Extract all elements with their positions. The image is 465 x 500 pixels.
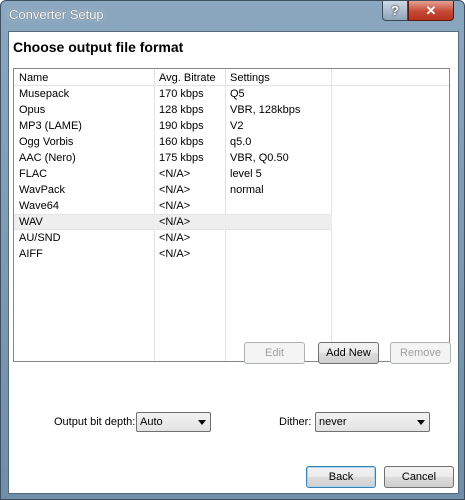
format-bitrate: <N/A> [159,184,191,196]
format-bitrate: <N/A> [159,232,191,244]
format-list[interactable]: Name Avg. Bitrate Settings Musepack 170 k… [13,68,450,362]
format-settings: level 5 [230,168,262,180]
format-name: AIFF [19,248,43,260]
format-name: FLAC [19,168,48,180]
format-bitrate: <N/A> [159,168,191,180]
format-bitrate: 160 kbps [159,136,204,148]
format-row[interactable]: WavPack <N/A> normal [14,182,332,198]
format-bitrate: 170 kbps [159,88,204,100]
format-bitrate: 175 kbps [159,152,204,164]
converter-setup-window: Converter Setup ? ✕ Choose output file f… [0,0,465,500]
bit-depth-value: Auto [140,416,163,428]
format-row[interactable]: Ogg Vorbis 160 kbps q5.0 [14,134,332,150]
format-bitrate: <N/A> [159,248,191,260]
format-name: Wave64 [19,200,59,212]
format-row[interactable]: Wave64 <N/A> [14,198,332,214]
bit-depth-select[interactable]: Auto [136,412,211,432]
column-header-settings[interactable]: Settings [230,72,270,84]
chevron-down-icon [198,420,206,425]
format-name: Ogg Vorbis [19,136,74,148]
cancel-button[interactable]: Cancel [384,466,454,488]
back-button[interactable]: Back [306,466,376,488]
format-settings: Q5 [230,88,245,100]
dither-label: Dither: [279,416,312,428]
format-row[interactable]: AAC (Nero) 175 kbps VBR, Q0.50 [14,150,332,166]
format-name: AU/SND [19,232,61,244]
dither-select[interactable]: never [315,412,430,432]
format-name: Opus [19,104,46,116]
format-bitrate: 190 kbps [159,120,204,132]
close-button[interactable]: ✕ [408,1,454,21]
format-bitrate: <N/A> [159,216,191,228]
format-name: MP3 (LAME) [19,120,82,132]
format-row[interactable]: WAV <N/A> [14,214,332,230]
chevron-down-icon [417,420,425,425]
format-settings: VBR, 128kbps [230,104,301,116]
format-settings: normal [230,184,264,196]
format-settings: VBR, Q0.50 [230,152,289,164]
format-row[interactable]: AIFF <N/A> [14,246,332,262]
format-name: WavPack [19,184,66,196]
format-row[interactable]: MP3 (LAME) 190 kbps V2 [14,118,332,134]
format-name: WAV [19,216,43,228]
column-header-name[interactable]: Name [19,72,48,84]
bit-depth-label: Output bit depth: [54,416,136,428]
page-title: Choose output file format [13,39,184,55]
window-title: Converter Setup [9,7,104,22]
dither-value: never [319,416,347,428]
format-name: AAC (Nero) [19,152,76,164]
remove-button[interactable]: Remove [390,342,451,364]
format-bitrate: <N/A> [159,200,191,212]
format-bitrate: 128 kbps [159,104,204,116]
format-settings: V2 [230,120,244,132]
format-row[interactable]: Musepack 170 kbps Q5 [14,86,332,102]
format-name: Musepack [19,88,70,100]
format-settings: q5.0 [230,136,252,148]
edit-button[interactable]: Edit [244,342,305,364]
format-row[interactable]: FLAC <N/A> level 5 [14,166,332,182]
title-bar[interactable]: Converter Setup ? ✕ [1,1,464,31]
format-row[interactable]: AU/SND <N/A> [14,230,332,246]
add-new-button[interactable]: Add New [318,342,379,364]
help-button[interactable]: ? [382,1,408,21]
column-header-bitrate[interactable]: Avg. Bitrate [159,72,216,84]
list-header: Name Avg. Bitrate Settings [14,69,449,86]
dialog-body: Choose output file format Name Avg. Bitr… [8,31,459,494]
format-row[interactable]: Opus 128 kbps VBR, 128kbps [14,102,332,118]
